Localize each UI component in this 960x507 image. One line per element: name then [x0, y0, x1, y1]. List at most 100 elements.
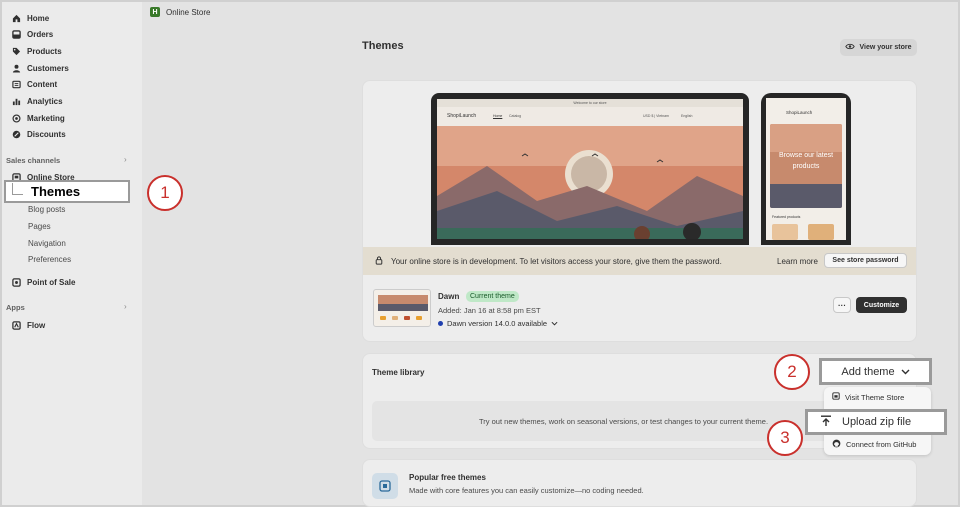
sidebar-item-products[interactable]: Products	[12, 44, 62, 58]
desktop-preview-screen: Welcome to our store ShopiLaunch Home Ca…	[437, 99, 743, 239]
sidebar-item-blog-posts[interactable]: Blog posts	[28, 205, 65, 214]
sales-channels-label: Sales channels	[6, 156, 61, 165]
mobile-preview-screen: ShopiLaunch Browse our latest products F…	[766, 98, 846, 240]
github-icon	[832, 439, 841, 450]
sidebar-item-label: Products	[27, 46, 62, 56]
sidebar-item-preferences[interactable]: Preferences	[28, 255, 71, 264]
sidebar-item-point-of-sale[interactable]: Point of Sale	[12, 275, 75, 289]
current-theme-badge: Current theme	[466, 291, 519, 302]
mobile-hero: Browse our latest products	[770, 124, 842, 208]
update-dot-icon	[438, 321, 443, 326]
home-icon	[12, 14, 21, 23]
theme-thumbnail	[373, 289, 431, 327]
mobile-featured-label: Featured products	[772, 215, 801, 219]
popular-themes-subtitle: Made with core features you can easily c…	[409, 486, 644, 495]
menu-item-upload-zip[interactable]: Upload zip file	[805, 409, 947, 435]
theme-store-icon	[372, 473, 398, 499]
sidebar-item-pages[interactable]: Pages	[28, 222, 51, 231]
store-icon	[832, 392, 840, 402]
sidebar-item-flow[interactable]: Flow	[12, 318, 45, 332]
upload-icon	[820, 415, 832, 430]
sidebar-item-navigation[interactable]: Navigation	[28, 239, 66, 248]
sidebar-item-label: Marketing	[27, 113, 65, 123]
sidebar: Home Orders Products Customers Content A…	[2, 2, 142, 505]
sidebar-item-label: Content	[27, 79, 58, 89]
sidebar-item-home[interactable]: Home	[12, 11, 49, 25]
sidebar-item-label: Flow	[27, 320, 46, 330]
sidebar-item-label: Point of Sale	[27, 277, 76, 287]
page-title: Themes	[362, 40, 404, 52]
eye-icon	[845, 43, 856, 52]
sidebar-item-label: Themes	[31, 184, 81, 199]
sidebar-item-label: Home	[27, 13, 50, 23]
online-store-logo-icon: H	[150, 7, 160, 17]
sidebar-item-content[interactable]: Content	[12, 77, 57, 91]
breadcrumb[interactable]: Online Store	[166, 8, 210, 17]
hero-illustration	[437, 126, 743, 239]
customize-button[interactable]: Customize	[856, 297, 907, 313]
theme-added-date: Added: Jan 16 at 8:58 pm EST	[438, 306, 541, 315]
chevron-down-icon	[901, 366, 910, 378]
sidebar-item-orders[interactable]: Orders	[12, 27, 53, 41]
mobile-store-brand: ShopiLaunch	[786, 110, 813, 115]
banner-text: Your online store is in development. To …	[391, 256, 722, 266]
menu-item-label: Connect from GitHub	[846, 440, 917, 449]
orders-icon	[12, 29, 21, 39]
add-theme-button[interactable]: Add theme	[819, 358, 932, 385]
chevron-right-icon[interactable]: ›	[124, 302, 127, 311]
sidebar-item-label: Discounts	[27, 129, 66, 139]
empty-state-text: Try out new themes, work on seasonal ver…	[479, 416, 769, 426]
sidebar-item-discounts[interactable]: Discounts	[12, 127, 66, 141]
menu-item-label: Upload zip file	[842, 416, 912, 428]
view-store-label: View your store	[859, 44, 912, 51]
lock-icon	[375, 255, 383, 267]
discount-icon	[12, 130, 21, 139]
sidebar-item-themes[interactable]: Themes	[4, 180, 130, 203]
topbar: H Online Store	[142, 2, 958, 22]
theme-version-dropdown[interactable]: Dawn version 14.0.0 available	[438, 319, 558, 328]
theme-version-text: Dawn version 14.0.0 available	[447, 319, 548, 328]
store-brand: ShopiLaunch	[447, 113, 477, 119]
more-actions-button[interactable]: ···	[833, 297, 851, 313]
pos-icon	[12, 277, 21, 287]
theme-name: Dawn	[438, 292, 460, 301]
step-marker-3: 3	[767, 420, 803, 456]
announcement-bar: Welcome to our store	[437, 99, 743, 107]
subitem-arrow-icon	[12, 183, 23, 195]
chevron-down-icon	[551, 319, 558, 328]
sidebar-item-analytics[interactable]: Analytics	[12, 94, 63, 108]
store-currency: USD $ | Vietnam	[643, 114, 669, 118]
mobile-hero-text: Browse our latest products	[778, 152, 834, 170]
theme-library-title: Theme library	[372, 368, 425, 377]
see-store-password-button[interactable]: See store password	[824, 253, 907, 268]
store-nav-home: Home	[493, 114, 503, 118]
step-marker-2: 2	[774, 354, 810, 390]
menu-item-connect-github[interactable]: Connect from GitHub	[832, 439, 916, 450]
bar-chart-icon	[12, 97, 21, 106]
menu-item-visit-theme-store[interactable]: Visit Theme Store	[832, 392, 904, 402]
desktop-preview: Welcome to our store ShopiLaunch Home Ca…	[431, 93, 749, 245]
view-store-button[interactable]: View your store	[840, 39, 917, 56]
mobile-preview: ShopiLaunch Browse our latest products F…	[761, 93, 851, 245]
menu-item-label: Visit Theme Store	[845, 392, 905, 402]
popular-themes-card: Popular free themes Made with core featu…	[362, 459, 917, 507]
apps-label: Apps	[6, 303, 25, 312]
sidebar-item-label: Customers	[27, 63, 69, 73]
target-icon	[12, 113, 21, 123]
sidebar-item-customers[interactable]: Customers	[12, 61, 69, 75]
development-banner: Your online store is in development. To …	[363, 247, 916, 275]
current-theme-row: Dawn Current theme Added: Jan 16 at 8:58…	[363, 275, 916, 341]
popular-themes-title: Popular free themes	[409, 473, 486, 482]
store-language: English	[681, 114, 693, 118]
step-marker-1: 1	[147, 175, 183, 211]
current-theme-card: Welcome to our store ShopiLaunch Home Ca…	[362, 80, 917, 342]
content-icon	[12, 80, 21, 89]
sidebar-item-marketing[interactable]: Marketing	[12, 111, 65, 125]
learn-more-link[interactable]: Learn more	[777, 257, 818, 266]
store-nav-catalog: Catalog	[509, 114, 522, 118]
person-icon	[12, 64, 21, 73]
chevron-right-icon[interactable]: ›	[124, 155, 127, 164]
flow-icon	[12, 320, 21, 330]
sidebar-item-label: Analytics	[27, 96, 63, 106]
sidebar-item-label: Orders	[27, 29, 54, 39]
